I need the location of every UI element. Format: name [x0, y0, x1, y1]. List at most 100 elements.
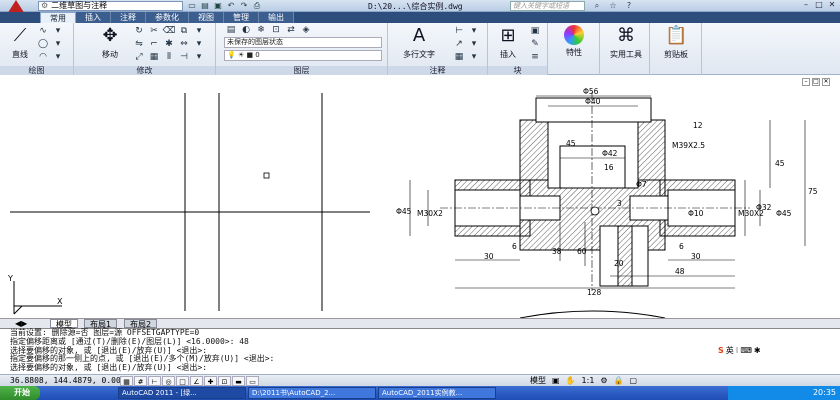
tab-output[interactable]: 输出 — [259, 12, 294, 23]
workspace-switch-icon[interactable]: ⚙ — [600, 376, 607, 386]
layer-state-select[interactable]: 未保存的图层状态 — [224, 37, 382, 48]
dropdown-icon[interactable]: ▾ — [192, 38, 206, 50]
new-icon[interactable]: ▭ — [186, 0, 198, 11]
layer-off-icon[interactable]: ◐ — [239, 24, 253, 36]
restore-icon[interactable]: – — [802, 78, 810, 86]
tab-nav-icon[interactable]: ◀▶ — [10, 319, 32, 328]
insert-button[interactable]: ⊞ 插入 — [488, 25, 528, 60]
arc-icon[interactable]: ◠ — [36, 51, 50, 63]
dropdown-icon[interactable]: ▾ — [467, 38, 481, 50]
trim-icon[interactable]: ✂ — [147, 25, 161, 37]
attribute-icon[interactable]: ≡ — [528, 51, 542, 63]
ducs-icon[interactable]: ✚ — [204, 376, 217, 386]
annotation-scale-label[interactable]: 1:1 — [582, 376, 595, 386]
clean-screen-icon[interactable]: ▢ — [630, 376, 638, 386]
layers-panel-label[interactable]: 图层 — [216, 66, 387, 75]
lweight-icon[interactable]: ▬ — [232, 376, 245, 386]
ime-settings-icon[interactable]: ✱ — [754, 345, 761, 357]
annotation-panel-label[interactable]: 注释 — [388, 66, 487, 75]
save-icon[interactable]: ▣ — [212, 0, 224, 11]
leader-icon[interactable]: ↗ — [452, 38, 466, 50]
clipboard-button[interactable]: 📋 剪贴板 — [656, 25, 696, 60]
current-layer-select[interactable]: 💡 ☀ ■ 0 — [224, 50, 382, 61]
move-button[interactable]: ✥ 移动 — [90, 25, 130, 60]
tab-layout1[interactable]: 布局1 — [84, 319, 118, 329]
erase-icon[interactable]: ⌫ — [162, 25, 176, 37]
layer-match-icon[interactable]: ⇄ — [284, 24, 298, 36]
dropdown-icon[interactable]: ▾ — [51, 25, 65, 37]
redo-icon[interactable]: ↷ — [238, 0, 250, 11]
otrack-icon[interactable]: ∠ — [190, 376, 203, 386]
grid-icon[interactable]: # — [134, 376, 147, 386]
star-icon[interactable]: ☆ — [606, 0, 620, 11]
ime-mode-label[interactable]: 英 — [726, 345, 734, 357]
maximize-icon[interactable]: □ — [813, 0, 825, 10]
task-explorer[interactable]: D:\2011书\AutoCAD_2... — [248, 387, 376, 399]
qp-icon[interactable]: ▭ — [246, 376, 259, 386]
task-autocad[interactable]: AutoCAD 2011 - [绿... — [118, 387, 246, 399]
close-icon[interactable]: ✕ — [826, 0, 838, 10]
maximize-icon[interactable]: □ — [812, 78, 820, 86]
workspace-select[interactable]: ⚙ 二维草图与注释 — [38, 1, 183, 11]
ime-logo-icon[interactable]: S — [718, 345, 724, 357]
pan-icon[interactable]: ✋ — [566, 376, 576, 386]
stretch-icon[interactable]: ⇔ — [177, 38, 191, 50]
layer-freeze-icon[interactable]: ❄ — [254, 24, 268, 36]
lock-icon[interactable]: 🔒 — [614, 376, 624, 386]
table-icon[interactable]: ▦ — [452, 51, 466, 63]
line-button[interactable]: ⟋ 直线 — [0, 25, 40, 60]
tab-parametric[interactable]: 参数化 — [146, 12, 189, 23]
minimize-icon[interactable]: – — [800, 0, 812, 10]
dropdown-icon[interactable]: ▾ — [51, 38, 65, 50]
task-document[interactable]: AutoCAD_2011实例教... — [378, 387, 496, 399]
mtext-button[interactable]: A 多行文字 — [394, 25, 444, 60]
explode-icon[interactable]: ✱ — [162, 38, 176, 50]
utilities-button[interactable]: ⌘ 实用工具 — [604, 25, 648, 60]
fillet-icon[interactable]: ⌐ — [147, 38, 161, 50]
command-line[interactable]: 当前设置: 删除源=否 图层=源 OFFSETGAPTYPE=0 指定偏移距离或… — [0, 328, 840, 376]
tab-layout2[interactable]: 布局2 — [124, 319, 158, 329]
modify-panel-label[interactable]: 修改 — [74, 66, 215, 75]
polyline-icon[interactable]: ∿ — [36, 25, 50, 37]
tab-annotate[interactable]: 注释 — [111, 12, 146, 23]
layer-lock-icon[interactable]: ⊡ — [269, 24, 283, 36]
create-block-icon[interactable]: ▣ — [528, 25, 542, 37]
block-panel-label[interactable]: 块 — [488, 66, 547, 75]
rotate-icon[interactable]: ↻ — [132, 25, 146, 37]
open-icon[interactable]: ▤ — [199, 0, 211, 11]
layout-icon[interactable]: ▣ — [552, 376, 560, 386]
array-icon[interactable]: ▦ — [147, 51, 161, 63]
osnap-icon[interactable]: □ — [176, 376, 189, 386]
search-input[interactable]: 键入关键字或短语 — [510, 1, 585, 11]
model-space-label[interactable]: 模型 — [530, 376, 546, 386]
scale-icon[interactable]: ⤢ — [132, 51, 146, 63]
circle-icon[interactable]: ◯ — [36, 38, 50, 50]
properties-button[interactable]: 特性 — [554, 25, 594, 58]
ortho-icon[interactable]: ⊢ — [148, 376, 161, 386]
dropdown-icon[interactable]: ▾ — [51, 51, 65, 63]
plot-icon[interactable]: ⎙ — [251, 0, 263, 11]
draw-panel-label[interactable]: 绘图 — [0, 66, 73, 75]
drawing-area[interactable]: – □ ✕ X Y Φ56 Φ40 Φ42 16 Φ7 M39X2.5 12 4… — [0, 76, 840, 319]
ime-punct-icon[interactable]: ⁝ — [736, 345, 739, 357]
tab-manage[interactable]: 管理 — [224, 12, 259, 23]
tab-model[interactable]: 模型 — [50, 319, 78, 329]
dropdown-icon[interactable]: ▾ — [192, 25, 206, 37]
layer-properties-icon[interactable]: ▤ — [224, 24, 238, 36]
dyn-icon[interactable]: ⊡ — [218, 376, 231, 386]
linear-dim-icon[interactable]: ⊢ — [452, 25, 466, 37]
dropdown-icon[interactable]: ▾ — [467, 25, 481, 37]
break-icon[interactable]: ⊣ — [177, 51, 191, 63]
tab-home[interactable]: 常用 — [40, 12, 76, 23]
binoculars-icon[interactable]: ⌕ — [590, 0, 604, 11]
undo-icon[interactable]: ↶ — [225, 0, 237, 11]
tab-view[interactable]: 视图 — [189, 12, 224, 23]
copy-icon[interactable]: ⧉ — [177, 25, 191, 37]
dropdown-icon[interactable]: ▾ — [467, 51, 481, 63]
snap-icon[interactable]: ▦ — [120, 376, 133, 386]
ime-keyboard-icon[interactable]: ⌨ — [740, 345, 752, 357]
polar-icon[interactable]: ◎ — [162, 376, 175, 386]
edit-block-icon[interactable]: ✎ — [528, 38, 542, 50]
help-icon[interactable]: ? — [622, 0, 636, 11]
close-icon[interactable]: ✕ — [822, 78, 830, 86]
